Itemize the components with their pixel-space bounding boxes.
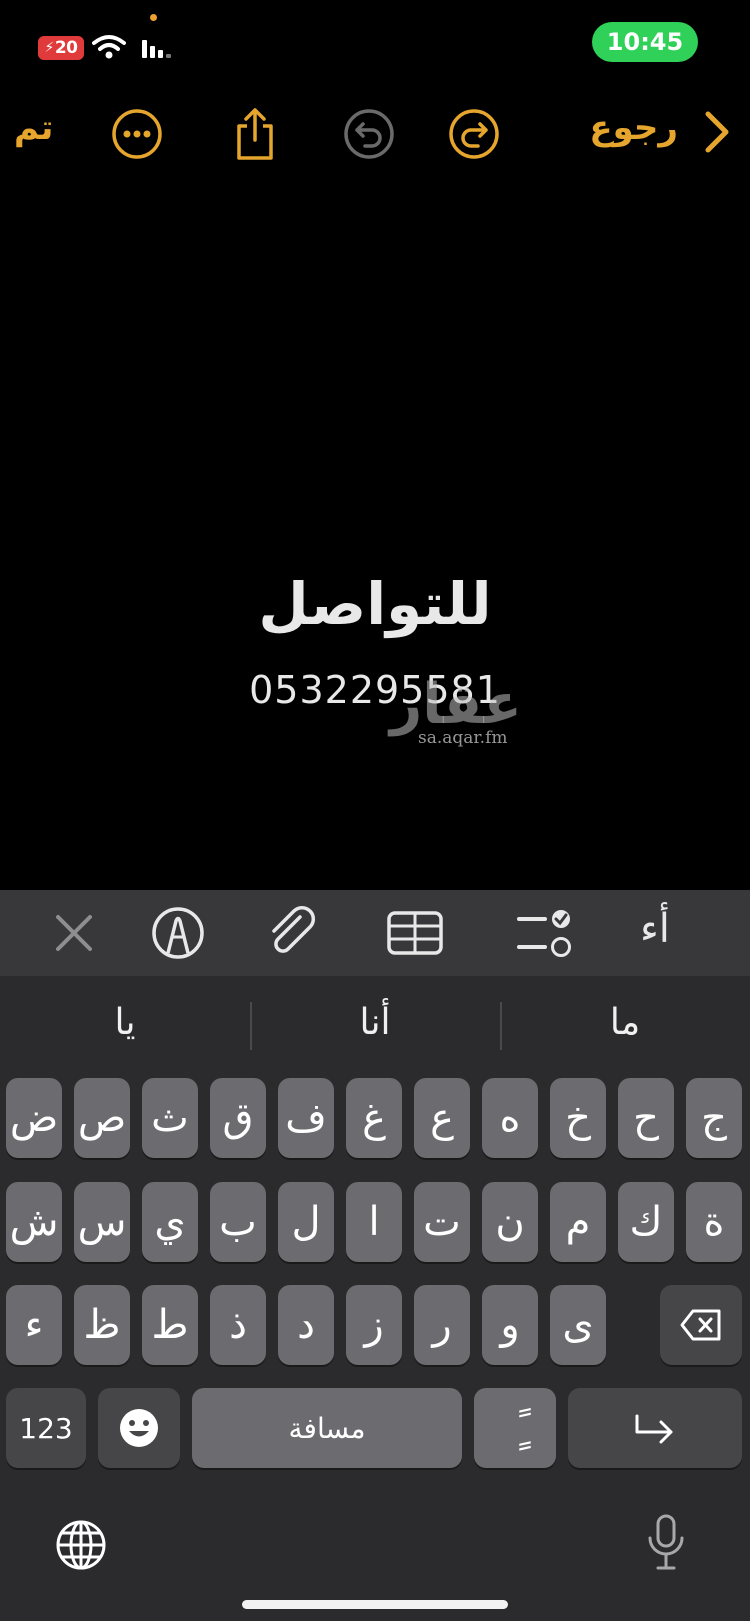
emoji-icon xyxy=(120,1409,158,1447)
key-zah[interactable]: ظ xyxy=(74,1285,130,1365)
home-indicator[interactable] xyxy=(242,1600,508,1609)
key-sad[interactable]: ص xyxy=(74,1078,130,1158)
battery-indicator: 20 xyxy=(38,36,84,60)
format-toolbar xyxy=(0,890,750,976)
diacritics-key[interactable]: ًٍ xyxy=(474,1388,556,1468)
chevron-right-icon[interactable] xyxy=(702,108,732,156)
wifi-icon xyxy=(92,35,126,59)
key-dal[interactable]: د xyxy=(278,1285,334,1365)
key-alef[interactable]: ا xyxy=(346,1182,402,1262)
redo-icon[interactable] xyxy=(446,106,502,162)
key-meem[interactable]: م xyxy=(550,1182,606,1262)
note-phone-number[interactable]: 0532295581 xyxy=(0,668,750,712)
paperclip-icon[interactable] xyxy=(262,903,322,963)
key-tah[interactable]: ط xyxy=(142,1285,198,1365)
key-zain[interactable]: ز xyxy=(346,1285,402,1365)
key-reh[interactable]: ر xyxy=(414,1285,470,1365)
key-teh-marbuta[interactable]: ة xyxy=(686,1182,742,1262)
undo-icon[interactable] xyxy=(341,106,397,162)
battery-level: 20 xyxy=(54,38,78,58)
key-ain[interactable]: ع xyxy=(414,1078,470,1158)
share-icon[interactable] xyxy=(227,106,283,162)
key-dad[interactable]: ض xyxy=(6,1078,62,1158)
privacy-indicator-dot xyxy=(150,14,157,21)
numbers-key[interactable]: 123 xyxy=(6,1388,86,1468)
back-button[interactable]: رجوع xyxy=(589,108,678,148)
emoji-key[interactable] xyxy=(98,1388,180,1468)
key-theh[interactable]: ث xyxy=(142,1078,198,1158)
key-kaf[interactable]: ك xyxy=(618,1182,674,1262)
key-teh[interactable]: ت xyxy=(414,1182,470,1262)
text-style-button[interactable]: أء xyxy=(640,906,670,952)
checklist-icon[interactable] xyxy=(515,903,575,963)
suggestion-divider xyxy=(250,1002,252,1050)
globe-icon[interactable] xyxy=(54,1518,108,1572)
key-heh[interactable]: ه xyxy=(482,1078,538,1158)
space-key[interactable]: مسافة xyxy=(192,1388,462,1468)
table-icon[interactable] xyxy=(385,903,445,963)
microphone-icon[interactable] xyxy=(646,1512,686,1574)
more-icon[interactable] xyxy=(109,106,165,162)
close-icon[interactable] xyxy=(44,903,104,963)
suggestion-2[interactable]: أنا xyxy=(250,1002,500,1043)
key-hah[interactable]: ح xyxy=(618,1078,674,1158)
return-icon xyxy=(635,1414,673,1444)
note-title[interactable]: للتواصل xyxy=(0,570,750,638)
time-text: 10:45 xyxy=(606,28,684,56)
key-alef-maksura[interactable]: ى xyxy=(550,1285,606,1365)
key-seen[interactable]: س xyxy=(74,1182,130,1262)
suggestion-3[interactable]: يا xyxy=(0,1002,250,1043)
watermark-url: sa.aqar.fm xyxy=(418,728,508,748)
status-time[interactable]: 10:45 xyxy=(592,22,698,62)
key-ghain[interactable]: غ xyxy=(346,1078,402,1158)
suggestion-divider xyxy=(500,1002,502,1050)
key-jeem[interactable]: ج xyxy=(686,1078,742,1158)
key-hamza[interactable]: ء xyxy=(6,1285,62,1365)
key-qaf[interactable]: ق xyxy=(210,1078,266,1158)
done-button[interactable]: تم xyxy=(14,108,53,148)
key-feh[interactable]: ف xyxy=(278,1078,334,1158)
backspace-icon xyxy=(680,1309,721,1341)
markup-pen-icon[interactable] xyxy=(148,903,208,963)
key-yeh[interactable]: ي xyxy=(142,1182,198,1262)
delete-key[interactable] xyxy=(660,1285,742,1365)
key-khah[interactable]: خ xyxy=(550,1078,606,1158)
key-noon[interactable]: ن xyxy=(482,1182,538,1262)
key-thal[interactable]: ذ xyxy=(210,1285,266,1365)
key-sheen[interactable]: ش xyxy=(6,1182,62,1262)
key-waw[interactable]: و xyxy=(482,1285,538,1365)
cellular-signal-icon xyxy=(142,40,171,58)
suggestion-1[interactable]: ما xyxy=(500,1002,750,1043)
key-lam[interactable]: ل xyxy=(278,1182,334,1262)
return-key[interactable] xyxy=(568,1388,742,1468)
key-beh[interactable]: ب xyxy=(210,1182,266,1262)
